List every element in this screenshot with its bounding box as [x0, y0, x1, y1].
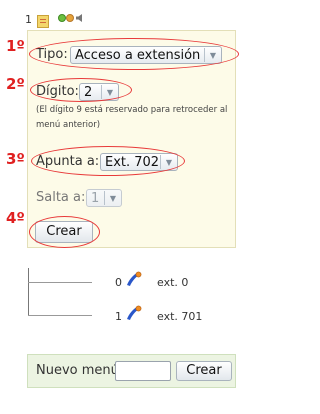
step-4-marker: 4º	[6, 209, 25, 227]
tree-connector-branch	[28, 315, 92, 316]
salta-select-value: 1	[91, 190, 100, 206]
highlight-oval-crear	[29, 216, 100, 248]
speaker-icon[interactable]	[76, 14, 84, 22]
highlight-oval-apunta	[31, 146, 185, 176]
chevron-down-icon: ▼	[104, 191, 121, 205]
new-menu-input[interactable]	[115, 361, 171, 381]
highlight-oval-tipo	[29, 38, 239, 70]
highlight-oval-digito	[30, 78, 132, 102]
tree-item-extension: ext. 701	[157, 310, 203, 323]
step-3-marker: 3º	[6, 150, 25, 168]
menu-number: 1	[25, 13, 32, 26]
step-1-marker: 1º	[6, 37, 25, 55]
edit-menu-icon[interactable]	[37, 15, 49, 28]
salta-select: 1 ▼	[86, 189, 122, 207]
phone-icon[interactable]	[124, 271, 142, 289]
create-menu-button[interactable]: Crear	[176, 361, 232, 381]
tree-connector-vertical	[28, 268, 29, 316]
new-menu-label: Nuevo menú:	[36, 363, 124, 378]
phone-icon[interactable]	[124, 305, 142, 323]
tree-item-extension: ext. 0	[157, 276, 189, 289]
salta-label: Salta a:	[36, 190, 86, 205]
tree-connector-branch	[28, 282, 92, 283]
step-2-marker: 2º	[6, 75, 25, 93]
tree-item-digit: 0	[115, 276, 122, 289]
status-green-icon[interactable]	[58, 14, 66, 22]
digit-note: (El dígito 9 está reservado para retroce…	[36, 105, 228, 130]
status-orange-icon[interactable]	[66, 14, 74, 22]
tree-item-digit: 1	[115, 310, 122, 323]
